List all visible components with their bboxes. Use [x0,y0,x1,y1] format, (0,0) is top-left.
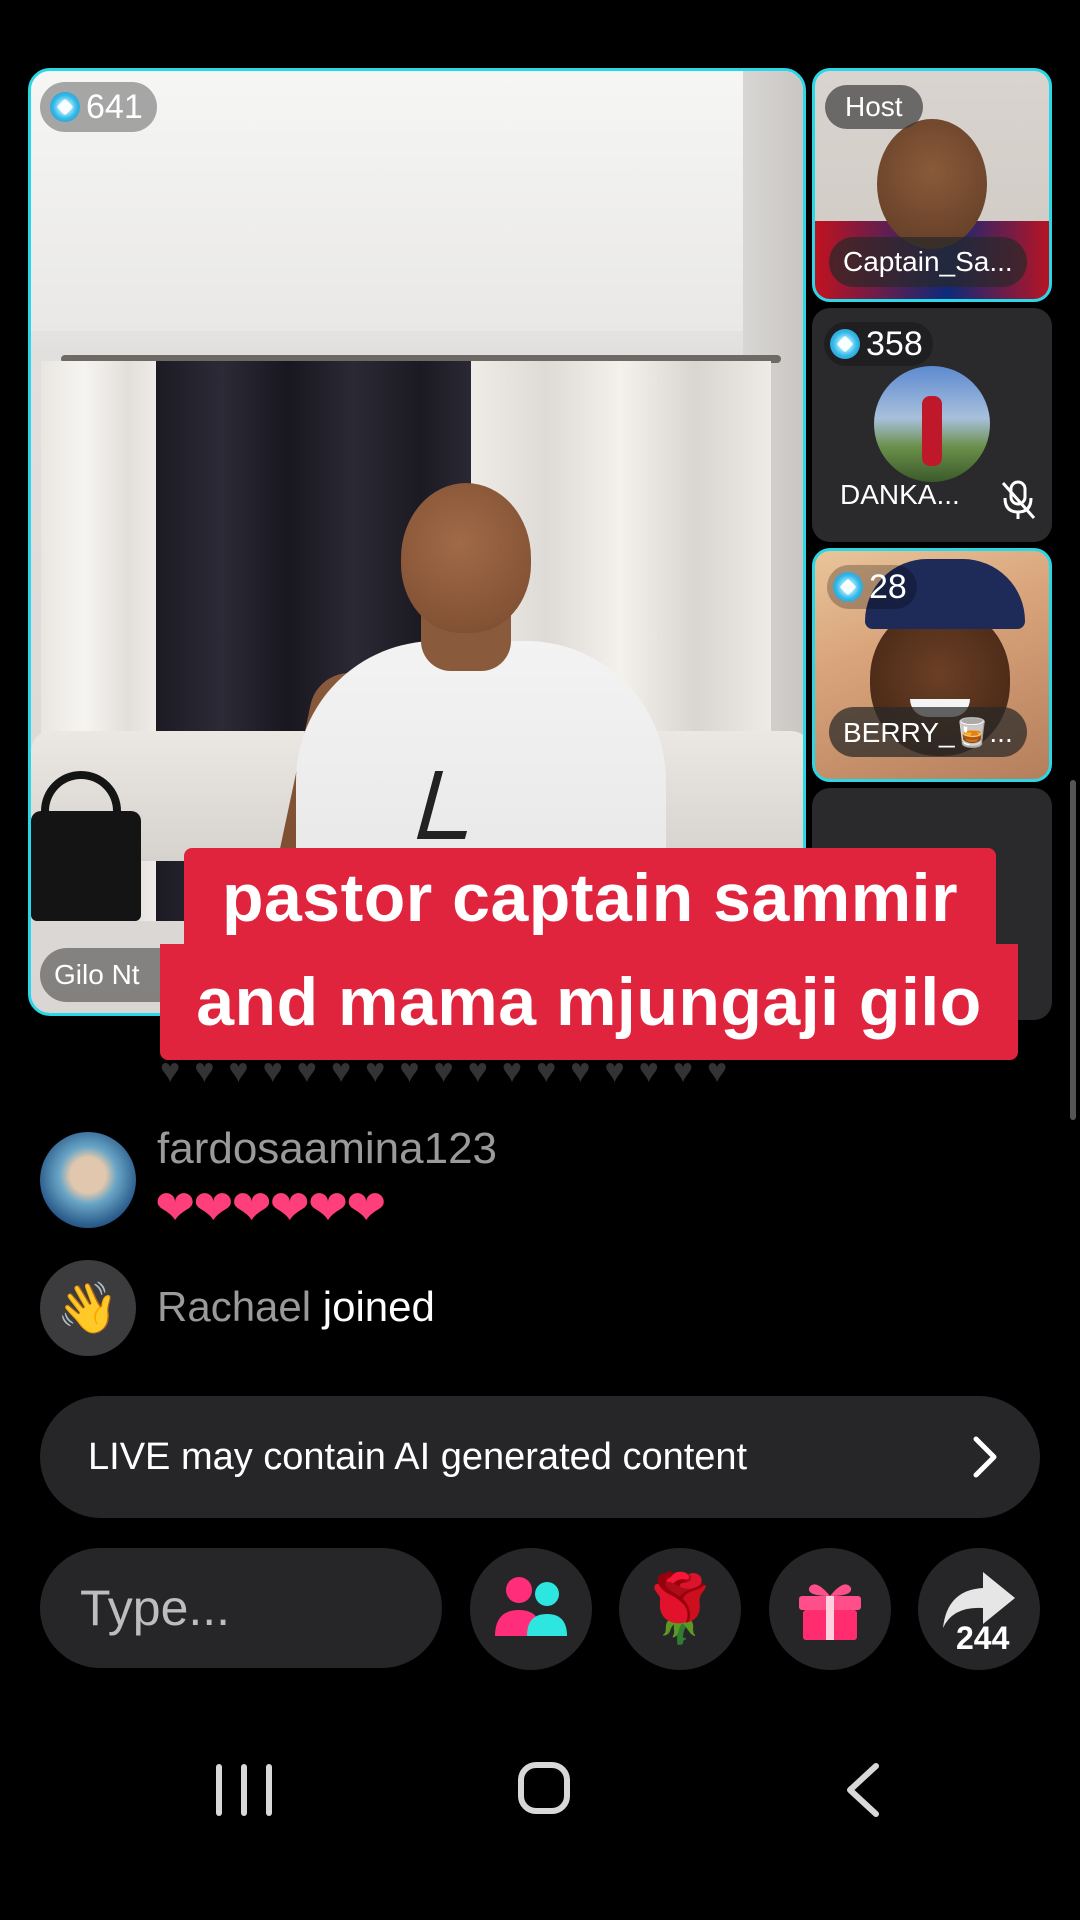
gem-icon [833,572,863,602]
guest-avatar [874,366,990,482]
people-icon [495,1577,567,1636]
host-name-chip: Captain_Sa... [829,237,1027,287]
chat-avatar[interactable] [40,1132,136,1228]
join-message: Rachael joined [157,1283,435,1331]
guest-tile-berry[interactable]: 28 BERRY_🥃... [812,548,1052,782]
host-badge-label: Host [845,91,903,122]
caption-line-2: and mama mjungaji gilo [160,944,1018,1060]
host-face [877,119,987,249]
handbag [31,811,141,921]
share-count: 244 [956,1620,1010,1656]
gem-icon [830,329,860,359]
guest-name-chip: DANKA... [826,470,974,520]
viewer-count-value: 641 [86,87,143,126]
rose-gift-button[interactable]: 🌹 [619,1548,741,1670]
ai-notice-text: LIVE may contain AI generated content [88,1435,748,1478]
multi-guest-button[interactable] [470,1548,592,1670]
host-badge: Host [825,85,923,129]
streamer-name-text: Gilo Nt [54,959,140,990]
guest-count-value: 28 [869,567,907,606]
guest-name: DANKA... [840,479,960,510]
chat-username[interactable]: fardosaamina123 [157,1124,497,1174]
guest-tile-danka[interactable]: 358 DANKA... [812,308,1052,542]
mic-muted-icon [1001,480,1036,519]
ai-content-notice[interactable]: LIVE may contain AI generated content [40,1396,1040,1518]
guest-viewer-count: 358 [824,322,933,366]
caption-line-1: pastor captain sammir [184,848,996,948]
wave-hand-icon[interactable]: 👋 [40,1260,136,1356]
avatar-figure [922,396,942,466]
back-button[interactable] [834,1760,894,1820]
guest-name-chip: BERRY_🥃... [829,707,1027,757]
gift-icon [799,1584,861,1640]
rose-icon: 🌹 [638,1571,722,1645]
guest-tile-host[interactable]: Host Captain_Sa... [812,68,1052,302]
guest-count-value: 358 [866,324,923,363]
guest-viewer-count: 28 [827,565,917,609]
guest-name: BERRY_🥃... [843,716,1013,748]
chat-message: ❤❤❤❤❤❤ [155,1182,386,1235]
scrollbar[interactable] [1070,780,1076,1120]
joined-verb: joined [322,1283,435,1330]
gem-icon [50,92,80,122]
gift-button[interactable] [769,1548,891,1670]
home-button[interactable] [518,1762,570,1814]
main-viewer-count[interactable]: 641 [40,82,157,132]
share-button[interactable]: 244 [918,1548,1040,1670]
streamer-head [401,483,531,633]
comment-placeholder: Type... [80,1580,231,1636]
recent-apps-button[interactable] [216,1764,272,1820]
faded-hearts-row: ♥ ♥ ♥ ♥ ♥ ♥ ♥ ♥ ♥ ♥ ♥ ♥ ♥ ♥ ♥ ♥ ♥ [160,1052,728,1086]
joined-username[interactable]: Rachael [157,1283,311,1330]
comment-input[interactable]: Type... [40,1548,442,1668]
chevron-right-icon [973,1436,997,1478]
host-name: Captain_Sa... [843,246,1013,277]
